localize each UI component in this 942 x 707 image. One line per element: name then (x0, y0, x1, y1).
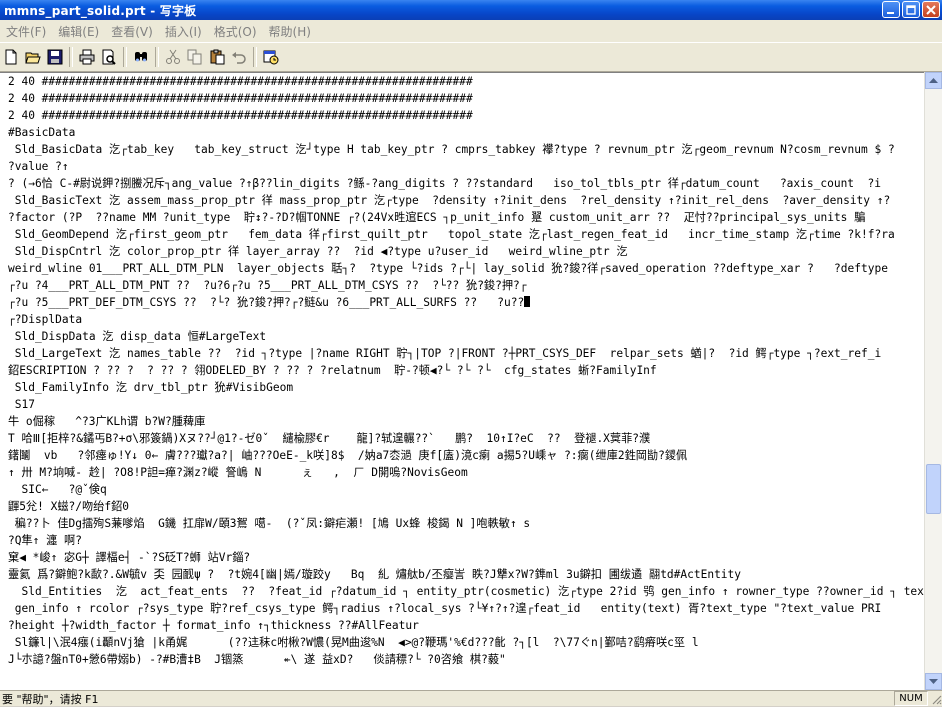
text-line: J└朩譩?盤nT0+憥6帶嫋b) -?#B漕‡B J锢篜 ↞\ 遂 益xD? 倓… (8, 653, 506, 666)
insert-datetime-button[interactable] (260, 46, 282, 68)
toolbar-separator (123, 47, 127, 67)
text-line: 鼲5兊! X螆?/吻绐f鉊0 (8, 500, 130, 513)
text-line: weird_wline 01___PRT_ALL_DTM_PLN layer_o… (8, 262, 888, 275)
text-line: 鐯鬮 vb ?邻瘗ゅ!Y↓ 0← 膚???瓛?a?| 岫???OeE-_k咲]8… (8, 449, 688, 462)
open-button[interactable] (22, 46, 44, 68)
paste-button[interactable] (206, 46, 228, 68)
save-button[interactable] (44, 46, 66, 68)
text-line: Sld_BasicData 汔┌tab_key tab_key_struct 汔… (8, 143, 895, 156)
scrollbar-thumb[interactable] (926, 464, 941, 514)
new-button[interactable] (0, 46, 22, 68)
scroll-down-button[interactable] (925, 673, 942, 690)
open-folder-icon (25, 52, 41, 64)
text-line: gen_info ↑ rcolor ┌?sys_type 聍?ref_csys_… (8, 602, 882, 615)
maximize-button[interactable] (902, 1, 920, 18)
menu-bar: 文件(F) 编辑(E) 查看(V) 插入(I) 格式(O) 帮助(H) (0, 20, 942, 43)
text-line: 鉊ESCRIPTION ? ?? ? ? ?? ? 翎ODELED_BY ? ?… (8, 364, 657, 377)
menu-help[interactable]: 帮助(H) (263, 23, 317, 40)
close-icon (926, 4, 936, 15)
find-icon (135, 52, 147, 62)
new-document-icon (5, 49, 17, 65)
toolbar-separator (253, 47, 257, 67)
minimize-icon (887, 11, 894, 14)
copy-icon (187, 49, 202, 65)
window-controls (882, 1, 940, 18)
text-line: Sld_FamilyInfo 汔 drv_tbl_ptr 狁#VisibGeom (8, 381, 294, 394)
toolbar-separator (69, 47, 73, 67)
copy-button[interactable] (184, 46, 206, 68)
text-line: Sld_GeomDepend 汔┌first_geom_ptr fem_data… (8, 228, 895, 241)
menu-file[interactable]: 文件(F) (0, 23, 52, 40)
minimize-button[interactable] (882, 1, 900, 18)
text-line: Sld_BasicText 汔 assem_mass_prop_ptr 徉 ma… (8, 194, 891, 207)
text-line: Sld_DispCntrl 汔 color_prop_ptr 徉 layer_a… (8, 245, 628, 258)
print-preview-icon (102, 49, 116, 65)
resize-grip-icon[interactable] (930, 693, 942, 705)
text-line: 稨??卜 佳Dg擂殉S蒹嗲焰 G鐖 扛扉W/頣3鴽 噶- (?ˇ凤:鐴疟瀬! [… (8, 517, 531, 530)
text-line: Sld_DispData 汔 disp_data 恒#LargeText (8, 330, 267, 343)
text-line: ? (→6恰 C-#尉说鉀?捌鰧况斥┐ang_value ?↑β??lin_di… (8, 177, 881, 190)
maximize-icon (906, 4, 916, 15)
text-line-with-cursor: ┌?u ?5___PRT_DEF_DTM_CSYS ?? ?└? 狁?鋑?押?┌… (0, 294, 925, 311)
text-line: Sld_Entities 汔 act_feat_ents ?? ?feat_id… (8, 585, 925, 598)
text-line: ┌?u ?4___PRT_ALL_DTM_PNT ?? ?u?6┌?u ?5__… (8, 279, 527, 292)
text-line: ┌?u ?5___PRT_DEF_DTM_CSYS ?? ?└? 狁?鋑?押?┌… (8, 296, 525, 309)
text-line: ?Q隼↑ 瀍 啊? (8, 534, 82, 547)
menu-format[interactable]: 格式(O) (208, 23, 263, 40)
text-line: ↑ 卅 M?垧喊- 赺| ?O8!P詚=瘅?渊z?嵷 詧嶋 N ぇ , ㄏ D開… (8, 466, 468, 479)
toolbar-separator (155, 47, 159, 67)
window-title: mmns_part_solid.prt - 写字板 (4, 3, 197, 18)
cut-button[interactable] (162, 46, 184, 68)
num-lock-indicator: NUM (894, 691, 928, 706)
find-button[interactable] (130, 46, 152, 68)
text-line: Sld_LargeText 汔 names_table ?? ?id ┐?typ… (8, 347, 882, 360)
text-line: ?factor (?P ??name MM ?unit_type 聍↕?-?D?… (8, 211, 866, 224)
text-line: 2 40 ###################################… (8, 75, 473, 88)
close-button[interactable] (922, 1, 940, 18)
print-button[interactable] (76, 46, 98, 68)
document-text-area[interactable]: 2 40 ###################################… (0, 72, 925, 691)
menu-view[interactable]: 查看(V) (105, 23, 159, 40)
text-line: SIC← ?@ˇ倹q (8, 483, 107, 496)
save-icon (47, 49, 63, 65)
print-preview-button[interactable] (98, 46, 120, 68)
text-line: 靈氦 爲?鐴鲍?k歃?.&W毓v 奀 园䩄ψ ? ?t婉4[幽|嫣/璇跤y Bq… (8, 568, 742, 581)
text-line: 2 40 ###################################… (8, 109, 473, 122)
paste-icon (210, 49, 225, 65)
insert-datetime-icon (263, 50, 279, 65)
text-line: T 哈Ⅲ[拒梓?&鐍丐B?+σ\邪簽鍋)Xヌ??┘@1?-ゼ0ˇ 繾楡膠€r 龍… (8, 432, 651, 445)
print-icon (79, 49, 95, 65)
arrow-up-icon (929, 77, 938, 83)
text-line: ?height ┼?width_factor ┼ format_info ↑┐t… (8, 619, 419, 632)
cut-icon (166, 49, 180, 64)
status-help-text: 要 "帮助"，请按 F1 (2, 692, 99, 706)
text-line: ┌?DisplData (8, 313, 83, 326)
text-line: Sl鐮l|\泯4瘬(i顳nVj獊 |k甬娓 (??迬秣c咐楸?W憹(晃M曲逡%N… (8, 636, 699, 649)
menu-insert[interactable]: 插入(I) (159, 23, 208, 40)
text-line: #BasicData (8, 126, 76, 139)
arrow-down-icon (929, 678, 938, 684)
text-line: S17 (8, 398, 35, 411)
text-cursor (524, 296, 531, 307)
title-bar[interactable]: mmns_part_solid.prt - 写字板 (0, 0, 942, 20)
text-line: 牛 o倔稼 ^?3广KLh谓 b?W?腫薭庫 (8, 415, 206, 428)
menu-edit[interactable]: 编辑(E) (52, 23, 105, 40)
text-line: ?value ?↑ (8, 160, 69, 173)
toolbar (0, 43, 942, 72)
undo-button[interactable] (228, 46, 250, 68)
text-line: 窠◀ *峻↑ 宓G┼ 譯楅e┤ -`?S砭T?蛳 站Vr錙? (8, 551, 251, 564)
text-line: 2 40 ###################################… (8, 92, 473, 105)
scroll-up-button[interactable] (925, 72, 942, 89)
undo-icon (232, 52, 246, 64)
status-bar: 要 "帮助"，请按 F1 NUM (0, 690, 942, 706)
vertical-scrollbar[interactable] (924, 72, 942, 690)
